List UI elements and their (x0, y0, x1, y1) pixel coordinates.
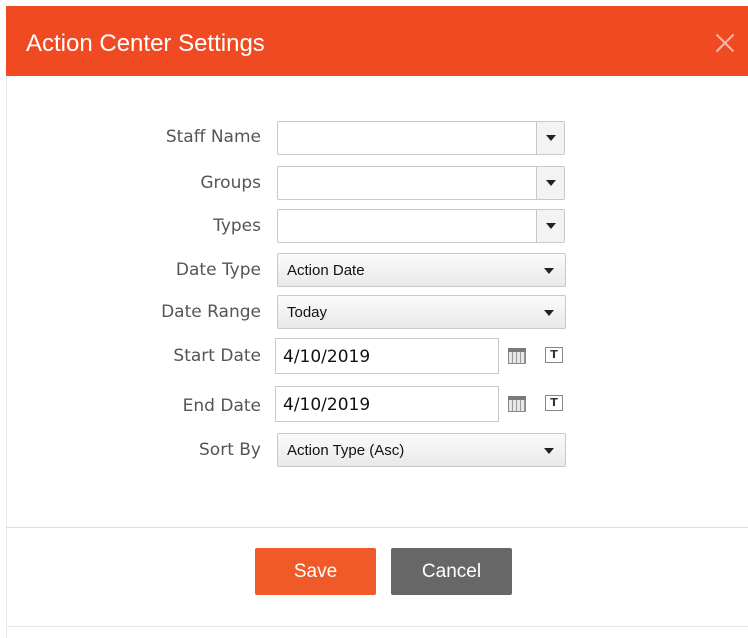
chevron-down-icon (546, 180, 556, 186)
date-type-value: Action Date (287, 262, 365, 279)
chevron-down-icon (544, 268, 554, 274)
chevron-down-icon (546, 223, 556, 229)
date-type-select[interactable]: Action Date (277, 253, 566, 287)
bottom-divider (6, 626, 748, 627)
types-label: Types (213, 216, 261, 236)
save-button[interactable]: Save (255, 548, 376, 595)
close-icon[interactable] (714, 32, 736, 54)
start-date-label: Start Date (173, 346, 261, 366)
footer-divider (6, 527, 748, 528)
chevron-down-icon (546, 135, 556, 141)
date-range-value: Today (287, 304, 328, 321)
types-combobox[interactable] (277, 209, 565, 243)
chevron-down-icon (544, 310, 554, 316)
dialog-left-border (6, 76, 7, 638)
date-range-label: Date Range (161, 302, 261, 322)
dialog-title: Action Center Settings (26, 30, 265, 57)
sort-by-label: Sort By (199, 440, 261, 460)
today-icon[interactable]: T (545, 395, 563, 411)
groups-label: Groups (200, 173, 261, 193)
date-range-select[interactable]: Today (277, 295, 566, 329)
date-type-label: Date Type (175, 260, 261, 280)
calendar-icon[interactable] (508, 348, 526, 364)
groups-dropdown-button[interactable] (536, 167, 564, 199)
start-date-input[interactable]: 4/10/2019 (275, 338, 499, 374)
staff-name-combobox[interactable] (277, 121, 565, 155)
end-date-input[interactable]: 4/10/2019 (275, 386, 499, 422)
sort-by-value: Action Type (Asc) (287, 442, 405, 459)
types-dropdown-button[interactable] (536, 210, 564, 242)
cancel-button[interactable]: Cancel (391, 548, 512, 595)
dialog-titlebar: Action Center Settings (6, 6, 748, 76)
groups-combobox[interactable] (277, 166, 565, 200)
calendar-icon[interactable] (508, 396, 526, 412)
end-date-value: 4/10/2019 (283, 395, 371, 415)
end-date-label: End Date (182, 396, 261, 416)
staff-name-label: Staff Name (165, 127, 261, 147)
staff-name-dropdown-button[interactable] (536, 122, 564, 154)
chevron-down-icon (544, 448, 554, 454)
today-icon[interactable]: T (545, 347, 563, 363)
sort-by-select[interactable]: Action Type (Asc) (277, 433, 566, 467)
start-date-value: 4/10/2019 (283, 347, 371, 367)
